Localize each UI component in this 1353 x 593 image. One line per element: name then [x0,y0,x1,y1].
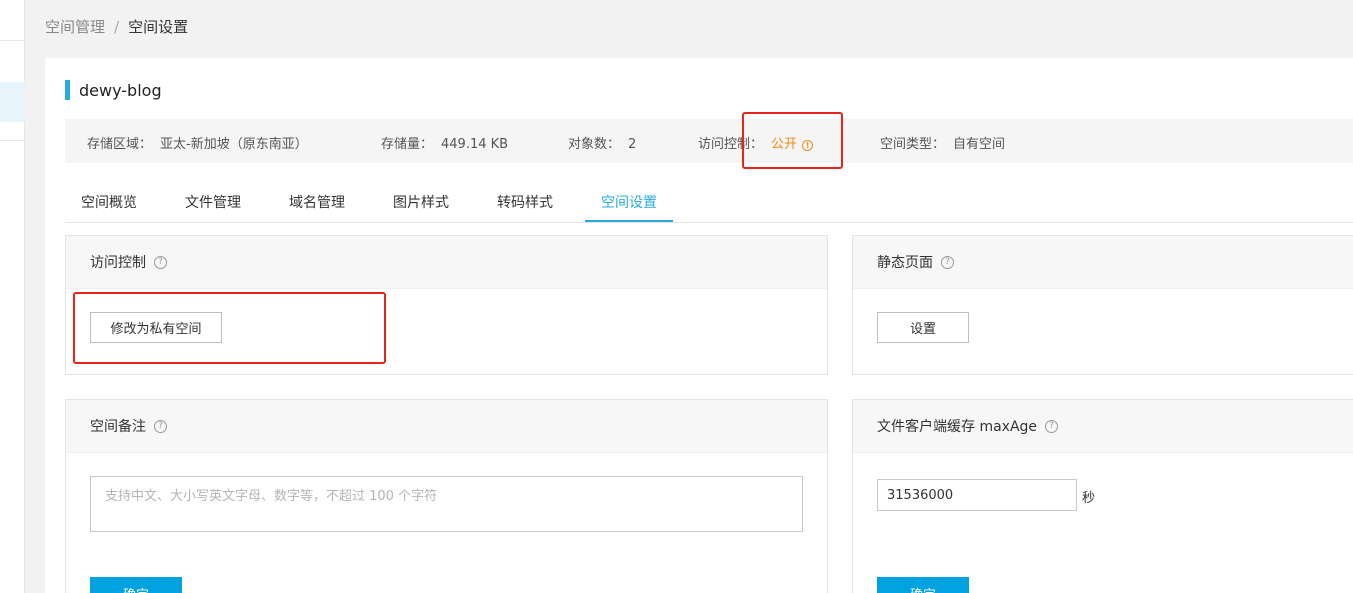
active-tab-indicator [585,220,673,222]
tab-file-management[interactable]: 文件管理 [185,192,241,212]
breadcrumb-parent-link[interactable]: 空间管理 [45,18,105,36]
question-circle-icon[interactable]: ? [1045,419,1059,433]
info-storage: 存储量： 449.14 KB [381,133,508,152]
tab-bucket-settings[interactable]: 空间设置 [601,192,657,212]
cache-panel-title: 文件客户端缓存 maxAge [877,419,1038,435]
bucket-name: dewy-blog [79,80,162,100]
static-page-settings-button[interactable]: 设置 [877,312,969,343]
objects-label: 对象数： [568,137,621,152]
title-accent-bar [65,80,70,100]
bucket-detail-card: dewy-blog 存储区域： 亚太-新加坡（原东南亚） 存储量： 449.14 K… [45,58,1353,593]
access-value: 公开 [771,137,798,152]
bucket-tabs: 空间概览 文件管理 域名管理 图片样式 转码样式 空间设置 [65,180,1353,223]
panel-header: 文件客户端缓存 maxAge? [853,400,1353,453]
objects-value: 2 [628,137,637,152]
tab-image-styles[interactable]: 图片样式 [393,192,449,212]
maxage-input[interactable]: 31536000 [877,479,1077,511]
tab-domain-management[interactable]: 域名管理 [289,192,345,212]
panel-header: 空间备注? [66,400,827,453]
breadcrumb-current: 空间设置 [128,18,189,36]
panel-header: 静态页面? [853,236,1353,289]
bucket-remark-panel: 空间备注? 支持中文、大小写英文字母、数字等，不超过 100 个字符 确定 [65,399,828,593]
storage-label: 存储量： [381,137,434,152]
sidebar-divider [0,140,25,141]
static-page-panel: 静态页面? 设置 [852,235,1353,375]
access-control-panel: 访问控制? 修改为私有空间 [65,235,828,375]
remark-textarea[interactable]: 支持中文、大小写英文字母、数字等，不超过 100 个字符 [90,476,803,532]
sidebar-active-item[interactable] [0,82,25,122]
access-panel-title: 访问控制 [90,255,146,271]
cache-maxage-panel: 文件客户端缓存 maxAge? 31536000 秒 确定 [852,399,1353,593]
tab-overview[interactable]: 空间概览 [81,192,137,212]
left-sidebar [0,0,25,593]
cache-confirm-button[interactable]: 确定 [877,577,969,593]
bucket-info-bar: 存储区域： 亚太-新加坡（原东南亚） 存储量： 449.14 KB 对象数： 2 访问… [65,119,1353,163]
info-objects: 对象数： 2 [568,133,636,152]
info-access: 访问控制： 公开! [698,133,814,152]
bucket-title: dewy-blog [65,80,162,100]
panel-header: 访问控制? [66,236,827,289]
static-panel-title: 静态页面 [877,255,933,271]
access-label: 访问控制： [698,137,764,152]
exclamation-circle-icon[interactable]: ! [802,140,814,151]
info-region: 存储区域： 亚太-新加坡（原东南亚） [87,133,308,152]
region-value: 亚太-新加坡（原东南亚） [160,137,308,152]
question-circle-icon[interactable]: ? [941,255,954,269]
type-label: 空间类型： [880,137,946,152]
region-label: 存储区域： [87,137,153,152]
make-private-button[interactable]: 修改为私有空间 [90,312,222,343]
storage-value: 449.14 KB [441,137,509,152]
breadcrumb: 空间管理 / 空间设置 [45,16,188,37]
question-circle-icon[interactable]: ? [154,255,167,269]
tab-transcode-styles[interactable]: 转码样式 [497,192,553,212]
type-value: 自有空间 [953,137,1006,152]
info-type: 空间类型： 自有空间 [880,133,1005,152]
question-circle-icon[interactable]: ? [154,419,167,433]
maxage-unit: 秒 [1082,491,1096,506]
sidebar-divider [0,40,25,41]
remark-confirm-button[interactable]: 确定 [90,577,182,593]
breadcrumb-separator: / [114,18,120,36]
remark-panel-title: 空间备注 [90,419,146,435]
